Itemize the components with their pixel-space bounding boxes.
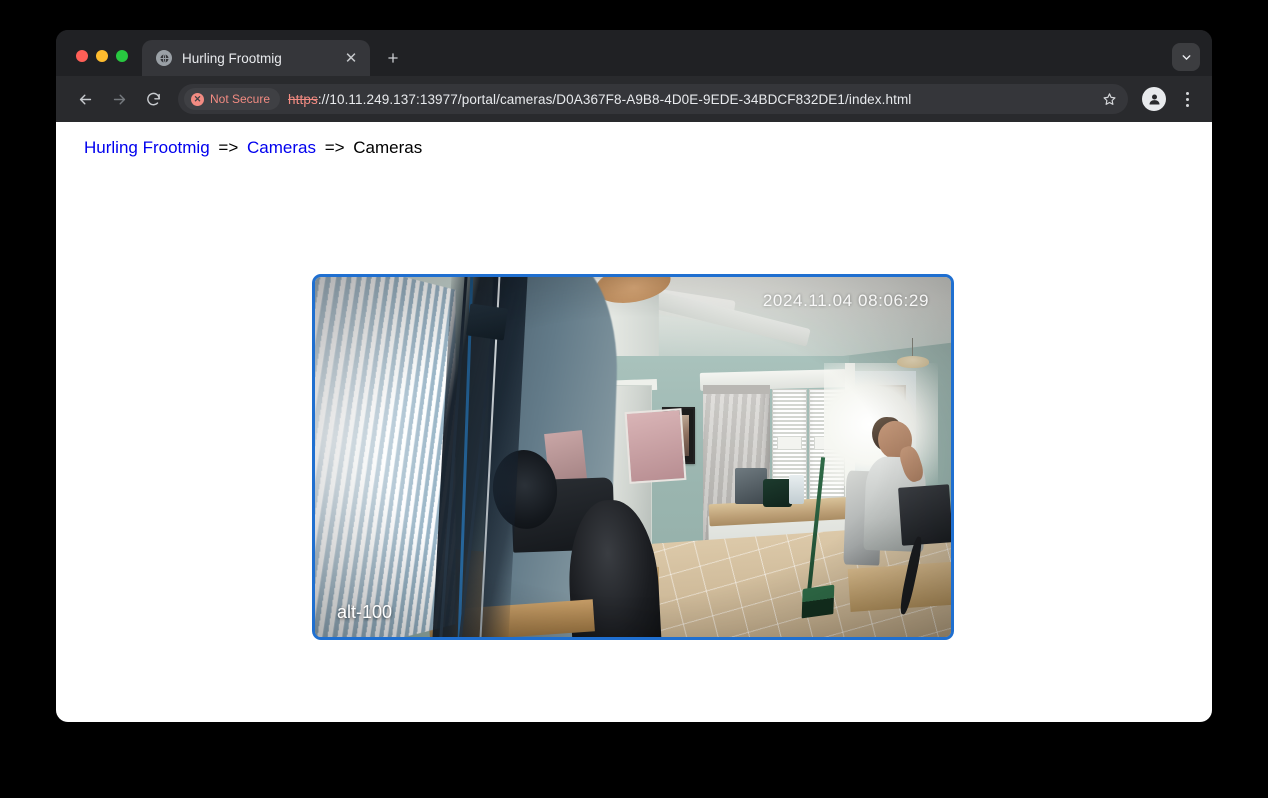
scene-pendant-cord [911,338,913,357]
page-content: Hurling Frootmig => Cameras => Cameras 2… [56,122,1212,722]
not-secure-icon: ✕ [191,92,204,106]
window-traffic-lights [56,50,142,76]
reload-icon[interactable] [138,84,168,114]
breadcrumb-link-root[interactable]: Hurling Frootmig [84,138,210,157]
close-window-button[interactable] [76,50,88,62]
menu-dot [1185,103,1189,107]
star-icon[interactable] [1096,86,1122,112]
camera-tile[interactable]: 2024.11.04 08:06:29 alt-100 [312,274,954,640]
browser-tab[interactable]: Hurling Frootmig ✕ [142,40,370,76]
scene-equipment-box [465,303,508,341]
close-icon[interactable]: ✕ [342,49,360,67]
scene-curtain-rod [702,385,770,394]
forward-arrow-icon[interactable] [104,84,134,114]
camera-timestamp: 2024.11.04 08:06:29 [762,291,929,310]
browser-window: Hurling Frootmig ✕ ✕ Not Secure https://… [56,30,1212,722]
breadcrumb-separator: => [324,138,345,157]
chevron-down-icon[interactable] [1172,43,1200,71]
back-arrow-icon[interactable] [70,84,100,114]
camera-video-frame [315,277,951,637]
scene-laptop [898,484,951,546]
browser-toolbar: ✕ Not Secure https://10.11.249.137:13977… [56,76,1212,122]
account-avatar-icon[interactable] [1142,87,1166,111]
camera-label: alt-100 [337,602,393,622]
maximize-window-button[interactable] [116,50,128,62]
menu-dot [1185,91,1189,95]
status-badge[interactable]: ✕ Not Secure [184,88,281,110]
breadcrumb: Hurling Frootmig => Cameras => Cameras [84,138,422,158]
breadcrumb-link-cameras[interactable]: Cameras [247,138,316,157]
scene-appliance [734,467,767,504]
minimize-window-button[interactable] [96,50,108,62]
breadcrumb-current: Cameras [353,138,423,157]
scene-louver-panel [776,435,803,451]
url-rest: ://10.11.249.137:13977/portal/cameras/D0… [317,91,912,107]
tab-strip: Hurling Frootmig ✕ [56,30,1212,76]
three-dot-menu-icon[interactable] [1174,86,1200,112]
scene-desk [847,561,951,613]
scene-broom-head [801,584,834,618]
url-text[interactable]: https://10.11.249.137:13977/portal/camer… [288,92,911,107]
globe-icon [156,50,172,66]
url-scheme: https [288,91,318,107]
security-status-text: Not Secure [210,92,271,106]
scene-panel [624,408,687,485]
scene-appliance [763,478,792,508]
breadcrumb-separator: => [218,138,239,157]
new-tab-button[interactable] [378,43,408,73]
scene-pendant-light [896,356,929,368]
scene-window-glare [315,277,443,637]
menu-dot [1185,97,1189,101]
address-bar[interactable]: ✕ Not Secure https://10.11.249.137:13977… [178,84,1128,114]
scene-bottle [788,475,805,504]
tab-title: Hurling Frootmig [182,50,282,66]
tab-strip-right [1172,43,1212,76]
